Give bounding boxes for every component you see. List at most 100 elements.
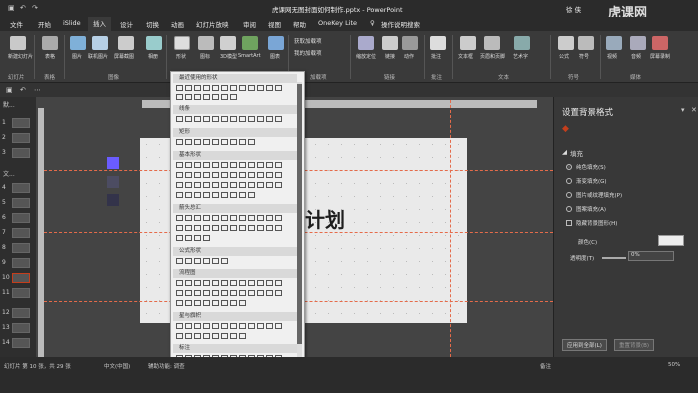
shape-row[interactable] (176, 280, 296, 288)
equation-icon[interactable] (558, 36, 574, 50)
tab-slideshow[interactable]: 幻灯片放映 (196, 19, 229, 29)
table-icon[interactable] (42, 36, 58, 50)
option-solid-fill[interactable]: 纯色填充(S) (566, 163, 606, 171)
shape-row[interactable] (176, 300, 296, 308)
screenshot-label[interactable]: 屏幕截图 (114, 53, 134, 60)
shape-row[interactable] (176, 94, 296, 102)
zoom-icon[interactable] (358, 36, 374, 50)
shapes-label[interactable]: 形状 (176, 53, 186, 60)
fill-section-header[interactable]: 填充 (570, 148, 583, 158)
header-footer-icon[interactable] (484, 36, 500, 50)
shape-row[interactable] (176, 162, 296, 170)
reset-background-button[interactable]: 重置背景(B) (614, 339, 655, 351)
gallery-scrollbar[interactable] (297, 82, 302, 362)
action-icon[interactable] (402, 36, 418, 50)
color-picker-button[interactable] (658, 235, 684, 246)
smartart-icon[interactable] (242, 36, 258, 50)
audio-icon[interactable] (630, 36, 646, 50)
slide-thumb-6[interactable] (12, 213, 30, 223)
user-name[interactable]: 徐 侠 (566, 4, 581, 14)
slide-thumb-11[interactable] (12, 288, 30, 298)
textbox-icon[interactable] (460, 36, 476, 50)
wordart-icon[interactable] (514, 36, 530, 50)
shape-row[interactable] (176, 85, 296, 93)
shape-row[interactable] (176, 215, 296, 223)
shape-row[interactable] (176, 182, 296, 190)
tab-transition[interactable]: 切换 (146, 19, 159, 29)
slide-thumb-2[interactable] (12, 133, 30, 143)
tab-home[interactable]: 开始 (38, 19, 51, 29)
radio-pattern[interactable] (566, 206, 572, 212)
section-default[interactable]: 默... (3, 100, 15, 109)
tab-file[interactable]: 文件 (10, 19, 23, 29)
album-label[interactable]: 相册 (148, 53, 158, 60)
tab-view[interactable]: 视图 (268, 19, 281, 29)
shape-row[interactable] (176, 139, 296, 147)
option-gradient-fill[interactable]: 渐变填充(G) (566, 177, 607, 185)
icons-label[interactable]: 图标 (200, 53, 210, 60)
tab-onekey[interactable]: OneKey Lite (318, 19, 357, 27)
transparency-input[interactable]: 0% (628, 251, 674, 261)
redo-icon[interactable]: ↷ (32, 4, 38, 12)
qat-save-icon[interactable]: ▣ (6, 86, 13, 94)
smartart-label[interactable]: SmartArt (238, 53, 261, 59)
notes-button[interactable]: 备注 (540, 362, 551, 370)
3d-model-label[interactable]: 3D模型 (220, 53, 237, 60)
option-pattern-fill[interactable]: 图案填充(A) (566, 205, 606, 213)
checkbox-hide-bg[interactable] (566, 220, 572, 226)
header-footer-label[interactable]: 页眉和页脚 (480, 53, 505, 60)
radio-picture[interactable] (566, 192, 572, 198)
tab-design[interactable]: 设计 (120, 19, 133, 29)
video-label[interactable]: 视频 (607, 53, 617, 60)
slide-thumb-4[interactable] (12, 183, 30, 193)
transparency-slider[interactable] (602, 257, 626, 259)
link-icon[interactable] (382, 36, 398, 50)
radio-gradient[interactable] (566, 178, 572, 184)
zoom-label[interactable]: 缩放定位 (356, 53, 376, 60)
pane-options-icon[interactable]: ▾ (681, 106, 685, 114)
online-picture-icon[interactable] (92, 36, 108, 50)
3d-model-icon[interactable] (220, 36, 236, 50)
video-icon[interactable] (606, 36, 622, 50)
tab-review[interactable]: 审阅 (243, 19, 256, 29)
shapes-icon[interactable] (174, 36, 190, 50)
option-picture-fill[interactable]: 图片或纹理填充(P) (566, 191, 622, 199)
slide-thumb-9[interactable] (12, 258, 30, 268)
language[interactable]: 中文(中国) (104, 362, 130, 370)
online-picture-label[interactable]: 联机图片 (88, 53, 108, 60)
tab-search[interactable]: 操作说明搜索 (381, 19, 420, 29)
slide-thumb-1[interactable] (12, 118, 30, 128)
textbox-label[interactable]: 文本框 (458, 53, 473, 60)
undo-icon[interactable]: ↶ (20, 4, 26, 12)
qat-more-icon[interactable]: ⋯ (34, 86, 41, 94)
symbol-icon[interactable] (578, 36, 594, 50)
tab-insert[interactable]: 插入 (88, 17, 111, 31)
icons-icon[interactable] (198, 36, 214, 50)
symbol-label[interactable]: 符号 (579, 53, 589, 60)
shape-row[interactable] (176, 172, 296, 180)
shape-row[interactable] (176, 333, 296, 341)
album-icon[interactable] (146, 36, 162, 50)
shape-row[interactable] (176, 323, 296, 331)
comment-icon[interactable] (430, 36, 446, 50)
new-slide-icon[interactable] (10, 36, 26, 50)
slide-thumb-8[interactable] (12, 243, 30, 253)
link-label[interactable]: 链接 (385, 53, 395, 60)
accessibility[interactable]: 辅助功能: 调查 (148, 362, 185, 370)
section-text[interactable]: 文... (3, 169, 15, 178)
fill-bucket-icon[interactable]: ◆ (562, 124, 569, 134)
slide-thumb-13[interactable] (12, 323, 30, 333)
gray-swatch[interactable] (107, 176, 119, 188)
tab-animation[interactable]: 动画 (171, 19, 184, 29)
my-addins-button[interactable]: 我的加载项 (294, 49, 322, 57)
section-collapse-icon[interactable]: ◢ (562, 148, 567, 156)
comment-label[interactable]: 批注 (431, 53, 441, 60)
slide-thumb-12[interactable] (12, 308, 30, 318)
picture-label[interactable]: 图片 (72, 53, 82, 60)
new-slide-label[interactable]: 新建幻灯片 (8, 53, 33, 60)
shapes-gallery[interactable]: 最近使用的形状 线条 矩形 基本形状 箭头总汇 公式形状 流程图 星与旗帜 标注 (170, 71, 305, 364)
wordart-label[interactable]: 艺术字 (513, 53, 528, 60)
qat-undo-icon[interactable]: ↶ (20, 86, 26, 94)
tab-islide[interactable]: iSlide (63, 19, 81, 27)
screen-record-label[interactable]: 屏幕录制 (650, 53, 670, 60)
